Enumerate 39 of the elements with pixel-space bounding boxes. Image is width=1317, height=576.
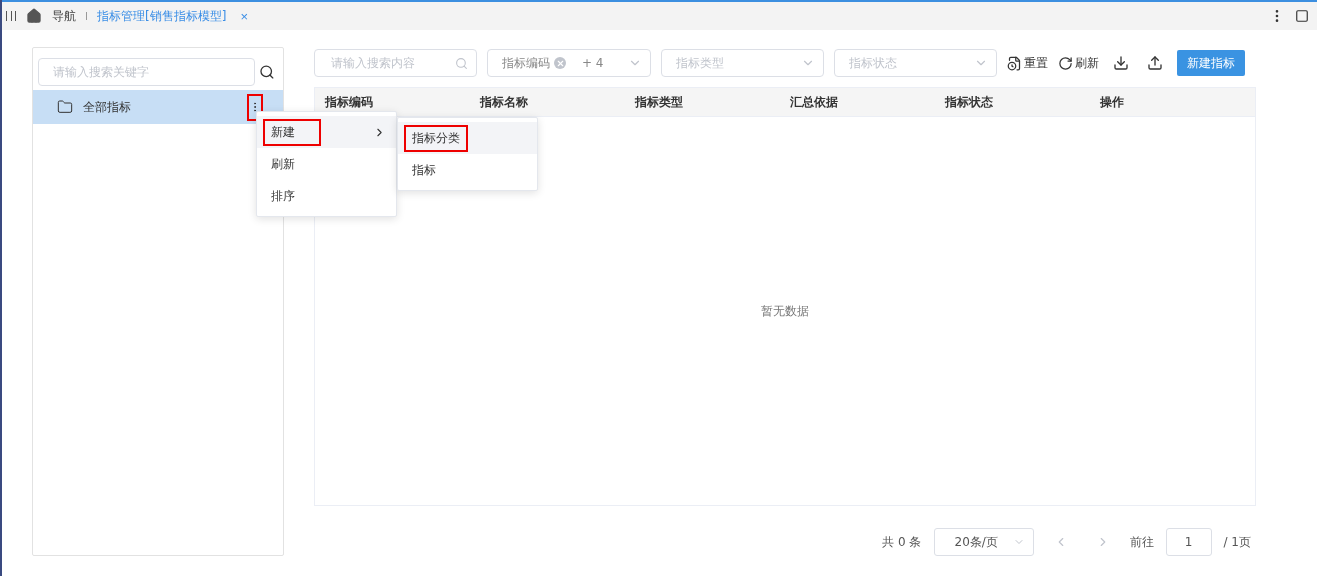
menu-label: 指标 bbox=[411, 161, 437, 179]
folder-icon bbox=[57, 99, 73, 115]
search-field[interactable]: 请输入搜索关键字 bbox=[38, 58, 256, 86]
search-icon[interactable] bbox=[259, 64, 275, 80]
page-total: / 1页 bbox=[1223, 533, 1251, 551]
column-header: 指标类型 bbox=[635, 93, 684, 111]
home-icon bbox=[26, 8, 42, 24]
menu-label: 指标分类 bbox=[404, 124, 468, 152]
nav-link[interactable]: 导航 bbox=[52, 7, 76, 25]
page-input[interactable]: 1 bbox=[1165, 528, 1212, 556]
more-count: + 4 bbox=[582, 56, 605, 70]
column-header: 指标名称 bbox=[480, 93, 529, 111]
column-header: 指标状态 bbox=[945, 93, 994, 111]
refresh-button[interactable]: 刷新 bbox=[1058, 54, 1099, 72]
maximize-icon[interactable] bbox=[1295, 9, 1309, 23]
grip-icon[interactable] bbox=[6, 11, 16, 21]
menu-label: 新建 bbox=[263, 118, 321, 146]
menu-item[interactable]: 新建 bbox=[257, 116, 396, 148]
filter-tag: 指标编码 bbox=[502, 54, 566, 72]
tree-item[interactable]: 全部指标 bbox=[33, 90, 283, 124]
tree-label: 全部指标 bbox=[83, 98, 132, 116]
menu-item[interactable]: 指标 bbox=[398, 154, 537, 186]
goto-label: 前往 bbox=[1129, 533, 1154, 551]
menu-item[interactable]: 指标分类 bbox=[398, 122, 537, 154]
total-count: 共 0 条 bbox=[882, 533, 922, 551]
search-field[interactable]: 请输入搜索内容 bbox=[314, 49, 477, 77]
menu-item[interactable]: 排序 bbox=[257, 180, 396, 212]
column-header: 指标编码 bbox=[325, 93, 374, 111]
refresh-icon bbox=[1058, 55, 1073, 71]
menu-item[interactable]: 刷新 bbox=[257, 148, 396, 180]
reset-icon bbox=[1007, 55, 1022, 71]
empty-message: 暂无数据 bbox=[761, 302, 809, 320]
column-header: 汇总依据 bbox=[790, 93, 839, 111]
page-size-select[interactable]: 20条/页 bbox=[933, 528, 1034, 556]
code-select[interactable]: 指标编码 + 4 bbox=[487, 49, 651, 77]
reset-button[interactable]: 重置 bbox=[1007, 54, 1048, 72]
menu-label: 刷新 bbox=[270, 155, 296, 173]
column-header: 操作 bbox=[1100, 93, 1125, 111]
menu-label: 排序 bbox=[270, 187, 296, 205]
